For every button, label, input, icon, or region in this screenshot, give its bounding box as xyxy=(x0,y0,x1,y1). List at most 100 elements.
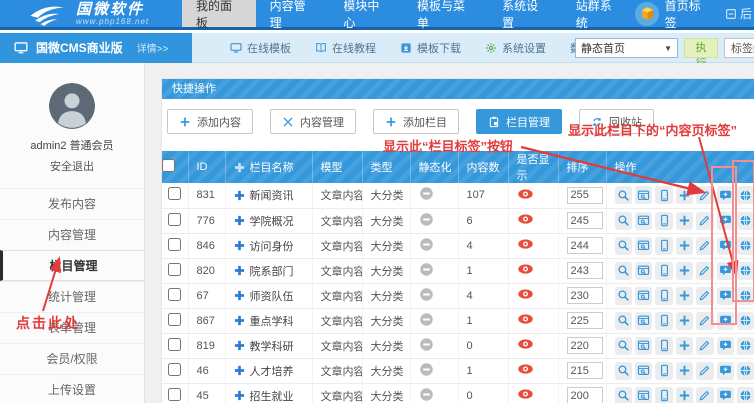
visible-eye-icon[interactable] xyxy=(517,388,534,400)
add-child-button[interactable] xyxy=(676,186,693,204)
view-button[interactable] xyxy=(615,212,632,230)
content-tag-button[interactable] xyxy=(737,387,754,403)
row-checkbox[interactable] xyxy=(168,363,181,376)
link-online-tutorial[interactable]: 在线教程 xyxy=(315,40,376,56)
tab-content-manage[interactable]: 内容管理 xyxy=(256,0,330,27)
row-checkbox[interactable] xyxy=(168,213,181,226)
tab-module-center[interactable]: 模块中心 xyxy=(329,0,403,27)
visible-eye-icon[interactable] xyxy=(517,238,534,250)
preview-button[interactable] xyxy=(635,312,652,330)
add-child-button[interactable] xyxy=(676,212,693,230)
edit-button[interactable] xyxy=(696,262,713,280)
tab-site-group[interactable]: 站群系统 xyxy=(562,0,636,27)
visible-eye-icon[interactable] xyxy=(517,288,534,300)
row-checkbox[interactable] xyxy=(168,388,181,401)
mobile-button[interactable] xyxy=(655,262,672,280)
sort-input[interactable] xyxy=(567,287,603,304)
add-column-button[interactable]: 添加栏目 xyxy=(373,109,459,134)
column-tag-button[interactable] xyxy=(717,212,734,230)
edit-button[interactable] xyxy=(696,237,713,255)
sort-input[interactable] xyxy=(567,262,603,279)
add-child-button[interactable] xyxy=(676,237,693,255)
column-name-cell[interactable]: 院系部门 xyxy=(225,258,312,283)
mobile-button[interactable] xyxy=(655,362,672,380)
content-tag-button[interactable] xyxy=(737,312,754,330)
column-tag-button[interactable] xyxy=(717,337,734,355)
sidebar-item-statistics[interactable]: 统计管理 xyxy=(0,281,144,312)
mobile-button[interactable] xyxy=(655,237,672,255)
detail-link[interactable]: 详情>> xyxy=(137,40,169,55)
column-manage-button[interactable]: 栏目管理 xyxy=(476,109,562,134)
preview-button[interactable] xyxy=(635,212,652,230)
edit-button[interactable] xyxy=(696,387,713,403)
select-all-checkbox[interactable] xyxy=(162,159,175,172)
preview-button[interactable] xyxy=(635,262,652,280)
view-button[interactable] xyxy=(615,362,632,380)
view-button[interactable] xyxy=(615,186,632,204)
preview-button[interactable] xyxy=(635,186,652,204)
visible-eye-icon[interactable] xyxy=(517,213,534,225)
link-online-templates[interactable]: 在线模板 xyxy=(230,40,291,56)
content-manage-button[interactable]: 内容管理 xyxy=(270,109,356,134)
back-link[interactable]: 后 xyxy=(715,0,754,27)
visible-eye-icon[interactable] xyxy=(517,188,534,200)
preview-button[interactable] xyxy=(635,237,652,255)
run-button[interactable]: 执行 xyxy=(684,38,718,58)
edit-button[interactable] xyxy=(696,337,713,355)
view-button[interactable] xyxy=(615,387,632,403)
column-name-cell[interactable]: 学院概况 xyxy=(225,208,312,233)
content-tag-button[interactable] xyxy=(737,186,754,204)
edit-button[interactable] xyxy=(696,186,713,204)
sidebar-item-content-manage[interactable]: 内容管理 xyxy=(0,219,144,250)
sort-input[interactable] xyxy=(567,337,603,354)
visible-eye-icon[interactable] xyxy=(517,313,534,325)
add-content-button[interactable]: 添加内容 xyxy=(167,109,253,134)
link-system-settings[interactable]: 系统设置 xyxy=(485,40,546,56)
sort-input[interactable] xyxy=(567,362,603,379)
column-tag-button[interactable] xyxy=(717,287,734,305)
row-checkbox[interactable] xyxy=(168,313,181,326)
column-tag-button[interactable] xyxy=(717,312,734,330)
mobile-button[interactable] xyxy=(655,387,672,403)
sort-input[interactable] xyxy=(567,187,603,204)
tab-template-menu[interactable]: 模板与菜单 xyxy=(403,0,488,27)
row-checkbox[interactable] xyxy=(168,187,181,200)
content-tag-button[interactable] xyxy=(737,337,754,355)
home-tag-button[interactable]: 首页标签 xyxy=(635,0,715,27)
mobile-button[interactable] xyxy=(655,337,672,355)
view-button[interactable] xyxy=(615,237,632,255)
view-button[interactable] xyxy=(615,287,632,305)
column-name-cell[interactable]: 招生就业 xyxy=(225,383,312,403)
sort-input[interactable] xyxy=(567,312,603,329)
add-child-button[interactable] xyxy=(676,362,693,380)
edit-button[interactable] xyxy=(696,287,713,305)
add-child-button[interactable] xyxy=(676,262,693,280)
column-name-cell[interactable]: 师资队伍 xyxy=(225,283,312,308)
sidebar-item-publish-content[interactable]: 发布内容 xyxy=(0,188,144,219)
view-button[interactable] xyxy=(615,312,632,330)
column-name-cell[interactable]: 访问身份 xyxy=(225,233,312,258)
content-tag-button[interactable] xyxy=(737,212,754,230)
preview-button[interactable] xyxy=(635,387,652,403)
visible-eye-icon[interactable] xyxy=(517,363,534,375)
mobile-button[interactable] xyxy=(655,287,672,305)
sidebar-item-members-permissions[interactable]: 会员/权限 xyxy=(0,343,144,374)
edit-button[interactable] xyxy=(696,212,713,230)
preview-button[interactable] xyxy=(635,362,652,380)
preview-button[interactable] xyxy=(635,337,652,355)
mobile-button[interactable] xyxy=(655,212,672,230)
tab-system-settings[interactable]: 系统设置 xyxy=(488,0,562,27)
column-tag-button[interactable] xyxy=(717,262,734,280)
column-tag-button[interactable] xyxy=(717,387,734,403)
column-tag-button[interactable] xyxy=(717,362,734,380)
tag-cache-button[interactable]: 标签缓 xyxy=(724,38,754,58)
mobile-button[interactable] xyxy=(655,312,672,330)
logout-link[interactable]: 安全退出 xyxy=(0,158,144,174)
content-tag-button[interactable] xyxy=(737,362,754,380)
link-template-download[interactable]: 模板下载 xyxy=(400,40,461,56)
column-name-cell[interactable]: 新闻资讯 xyxy=(225,183,312,208)
add-child-button[interactable] xyxy=(676,287,693,305)
static-page-select[interactable]: 静态首页 ▼ xyxy=(575,38,678,58)
column-name-cell[interactable]: 教学科研 xyxy=(225,333,312,358)
sidebar-item-upload-settings[interactable]: 上传设置 xyxy=(0,374,144,403)
